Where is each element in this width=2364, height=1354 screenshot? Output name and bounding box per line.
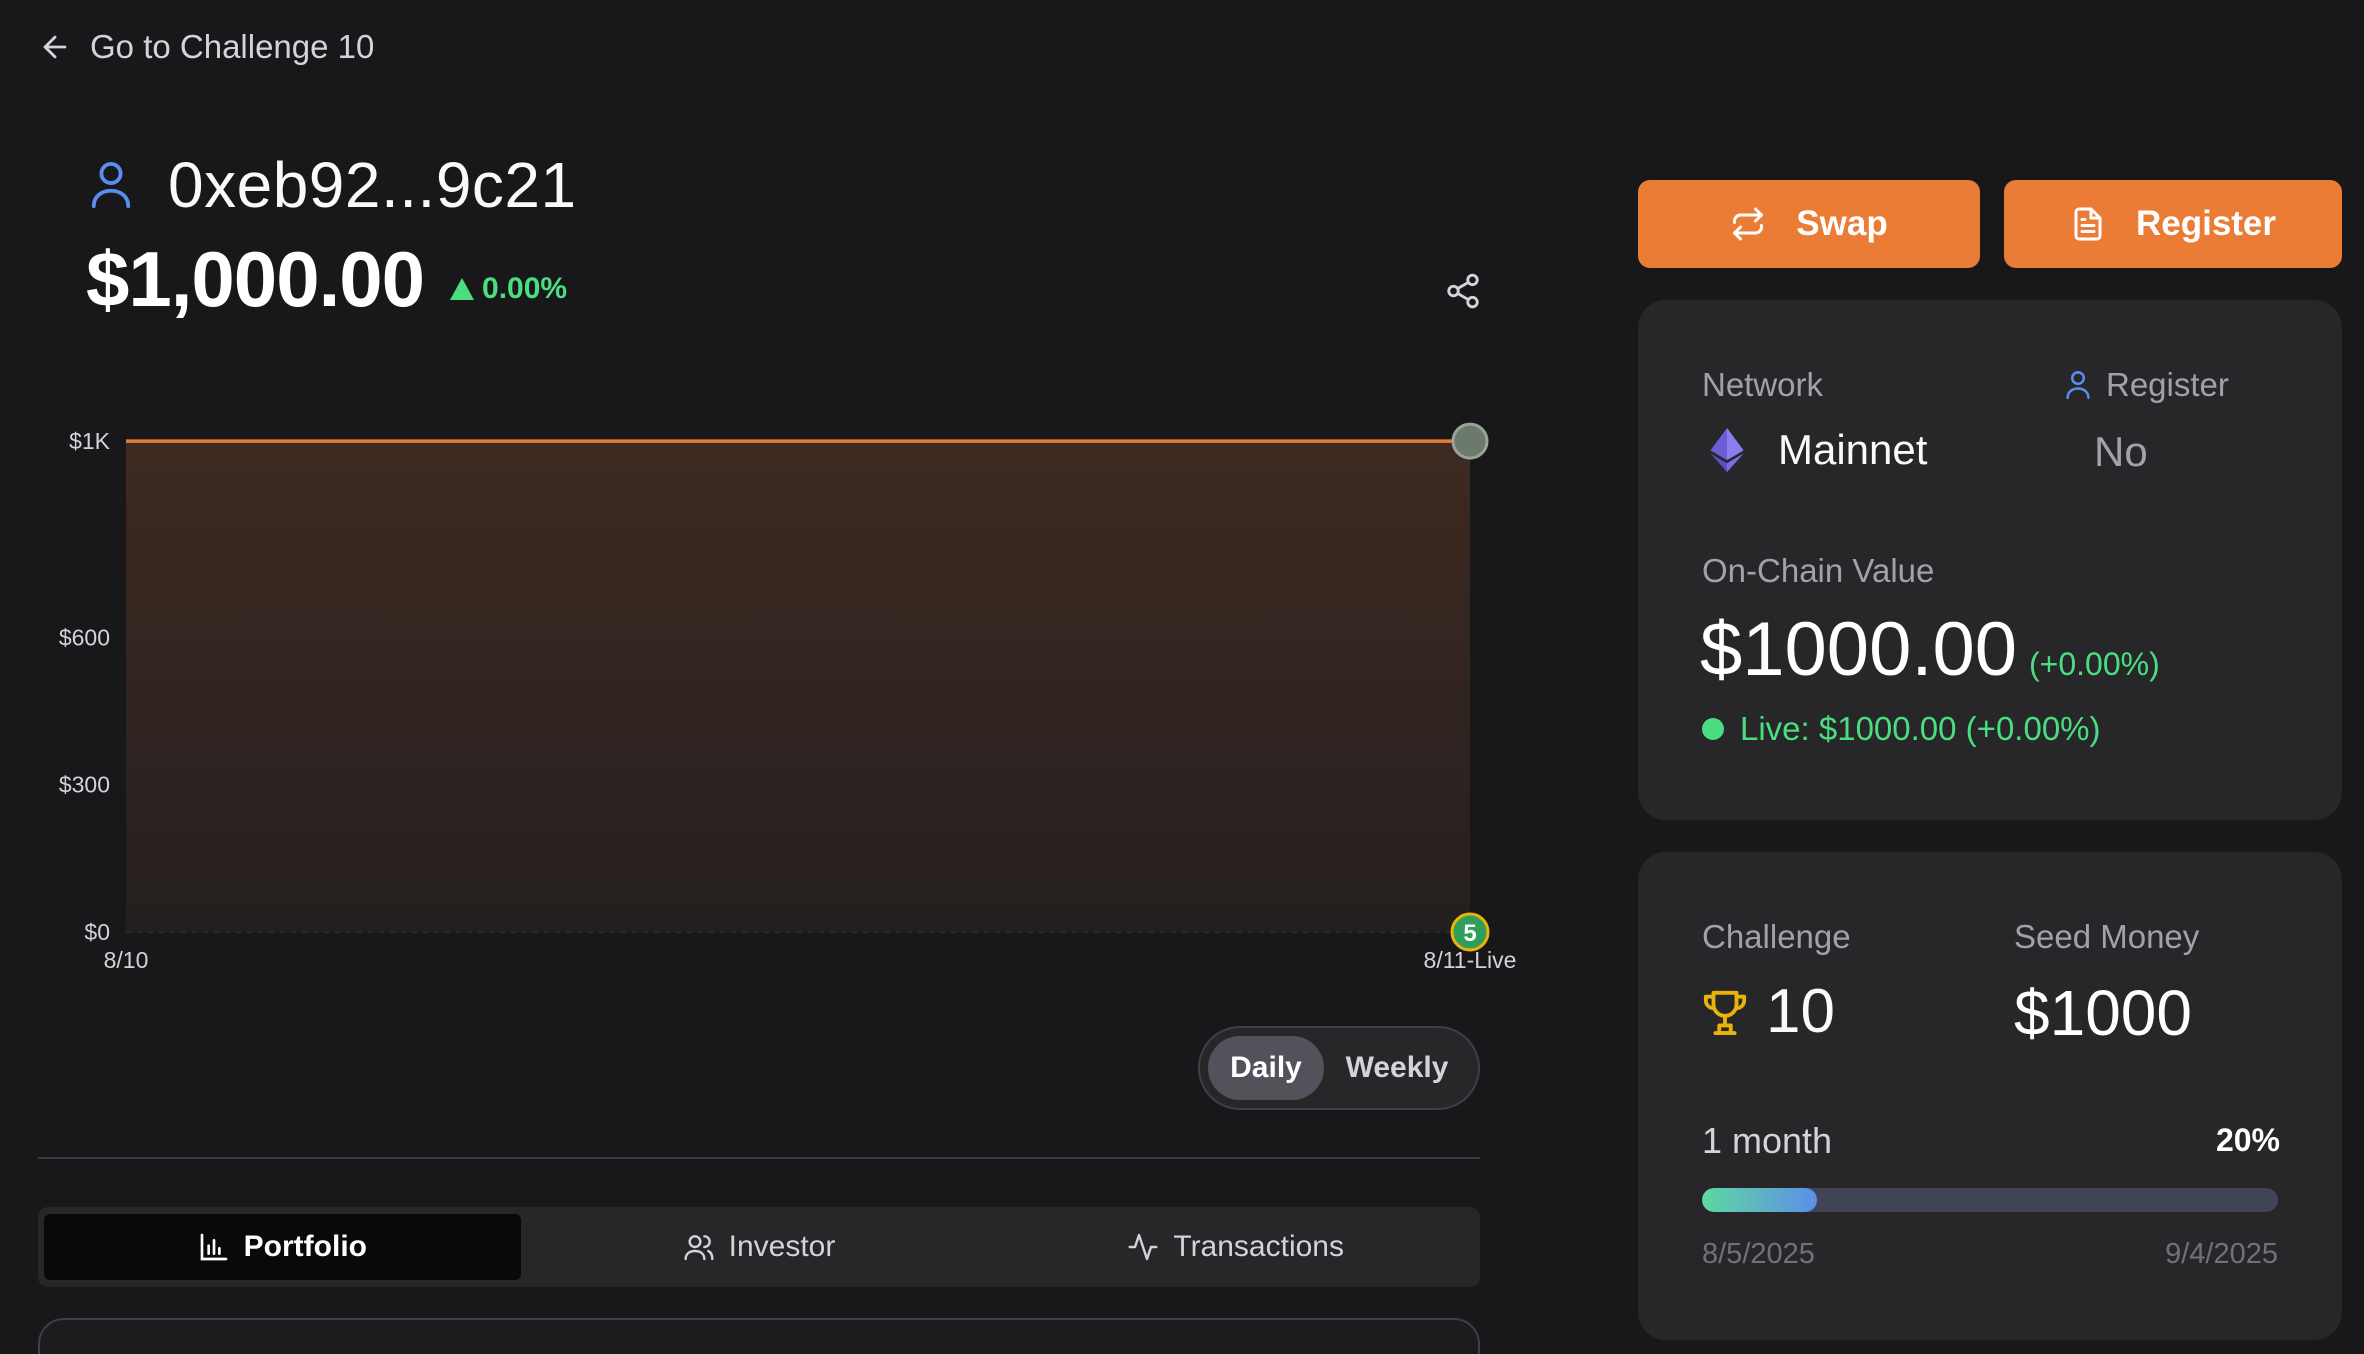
- challenge-label: Challenge: [1702, 918, 1851, 955]
- data-point-marker: [1451, 422, 1489, 460]
- balance-change: 0.00%: [450, 272, 567, 306]
- y-tick-label: $600: [59, 624, 110, 650]
- tab-portfolio-label: Portfolio: [243, 1230, 367, 1263]
- tab-investor-label: Investor: [728, 1230, 836, 1263]
- chart-svg: $1K $600 $300 $0 5 8/10 8/11-Live: [59, 422, 1517, 973]
- onchain-value-amount: $1000.00: [1700, 607, 2017, 692]
- tab-investor[interactable]: Investor: [521, 1214, 998, 1280]
- x-tick-label: 8/10: [104, 947, 149, 973]
- activity-icon: [1128, 1233, 1158, 1261]
- register-status-label: Register: [2064, 366, 2229, 404]
- live-indicator-dot: [1702, 718, 1724, 740]
- progress-bar-fill: [1702, 1188, 1818, 1212]
- start-date: 8/5/2025: [1702, 1238, 1815, 1270]
- onchain-value-change: (+0.00%): [2029, 646, 2160, 682]
- challenge-period: 1 month: [1702, 1120, 1833, 1161]
- divider: [38, 1157, 1480, 1159]
- progress-bar: [1702, 1188, 2278, 1212]
- user-icon: [2066, 371, 2090, 399]
- tab-transactions-label: Transactions: [1173, 1230, 1344, 1263]
- balance-change-value: 0.00%: [482, 271, 568, 305]
- y-tick-label: $0: [84, 919, 110, 945]
- swap-button-label: Swap: [1796, 204, 1888, 243]
- network-value: Mainnet: [1710, 426, 1927, 474]
- ethereum-icon: [1710, 428, 1744, 472]
- tab-content-card: [38, 1318, 1480, 1354]
- period-toggle: Daily Weekly: [1198, 1026, 1480, 1110]
- live-value: Live: $1000.00 (+0.00%): [1702, 710, 2101, 748]
- balance-amount: $1,000.00: [86, 235, 425, 323]
- y-tick-label: $300: [59, 772, 110, 798]
- x-tick-label: 8/11-Live: [1424, 947, 1517, 973]
- register-status-value: No: [2094, 428, 2148, 475]
- live-value-text: Live: $1000.00 (+0.00%): [1740, 710, 2101, 747]
- back-link-label: Go to Challenge 10: [90, 28, 375, 65]
- wallet-address: 0xeb92...9c21: [88, 148, 577, 222]
- balance-row: $1,000.00 0.00%: [86, 234, 567, 325]
- register-button-label: Register: [2135, 204, 2277, 243]
- up-triangle-icon: [450, 277, 475, 300]
- portfolio-chart: $1K $600 $300 $0 5 8/10 8/11-Live: [0, 360, 1520, 980]
- tab-portfolio[interactable]: Portfolio: [44, 1214, 521, 1280]
- trophy-icon: [1703, 990, 1747, 1035]
- daily-toggle-button[interactable]: Daily: [1208, 1036, 1324, 1100]
- document-icon: [2074, 207, 2102, 241]
- register-button[interactable]: Register: [2004, 180, 2342, 268]
- end-date: 9/4/2025: [2165, 1238, 2278, 1270]
- y-tick-label: $1K: [69, 428, 111, 454]
- onchain-value: $1000.00 (+0.00%): [1700, 606, 2160, 693]
- event-badge-label: 5: [1463, 920, 1476, 947]
- user-icon: [91, 162, 131, 208]
- share-icon[interactable]: [1444, 272, 1482, 310]
- area-fill: [126, 441, 1470, 932]
- tab-transactions[interactable]: Transactions: [997, 1214, 1474, 1280]
- swap-button[interactable]: Swap: [1638, 180, 1980, 268]
- challenge-value-text: 10: [1766, 977, 1835, 1046]
- address-text: 0xeb92...9c21: [168, 149, 577, 221]
- challenge-value: 10: [1702, 976, 1835, 1047]
- weekly-toggle-button[interactable]: Weekly: [1324, 1036, 1470, 1100]
- swap-icon: [1733, 207, 1764, 241]
- seed-money-value: $1000: [2014, 977, 2192, 1049]
- arrow-left-icon: [43, 35, 67, 59]
- users-icon: [684, 1235, 714, 1261]
- network-value-text: Mainnet: [1778, 426, 1928, 473]
- bar-chart-icon: [200, 1233, 228, 1261]
- progress-percent: 20%: [2215, 1122, 2280, 1158]
- network-label: Network: [1702, 366, 1824, 403]
- onchain-value-label: On-Chain Value: [1702, 552, 1935, 589]
- register-status-label-text: Register: [2106, 366, 2229, 403]
- content-tabs: Portfolio Investor Transactions: [38, 1207, 1480, 1287]
- seed-money-label: Seed Money: [2014, 918, 2200, 955]
- back-link[interactable]: Go to Challenge 10: [38, 28, 374, 66]
